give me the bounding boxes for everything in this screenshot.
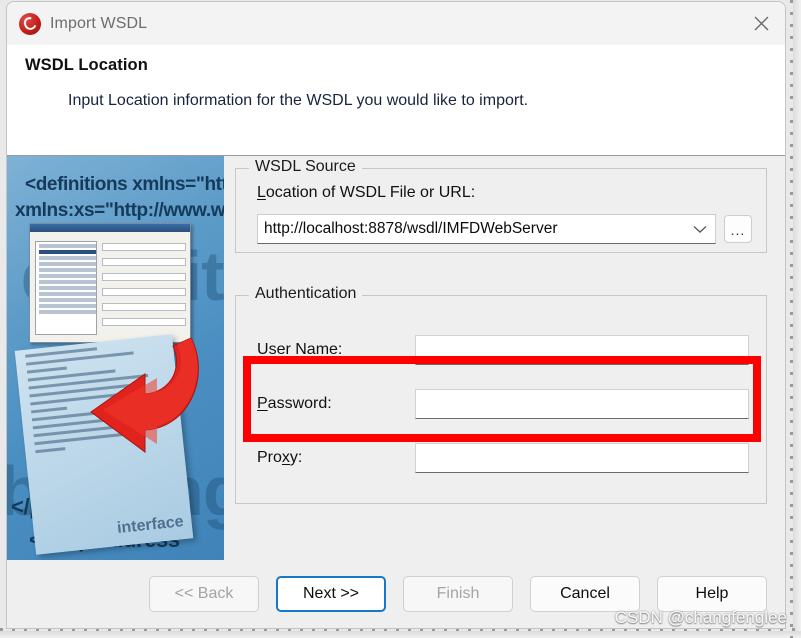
mini-window-fields (102, 243, 186, 333)
app-logo-icon (19, 12, 41, 35)
proxy-label-pre: Pro (257, 449, 282, 466)
mini-tree-row (39, 292, 96, 296)
wizard-banner-image: definiti binding=" <definitions xmlns="h… (7, 156, 224, 560)
wsdl-location-mnemonic: L (257, 184, 266, 201)
back-button[interactable]: << Back (149, 576, 259, 612)
wsdl-source-groupbox: WSDL Source Location of WSDL File or URL… (235, 158, 767, 253)
mini-tree-row (39, 256, 96, 260)
authentication-legend: Authentication (249, 285, 363, 303)
red-arrow-icon (90, 337, 199, 453)
mini-tree-row (39, 298, 96, 302)
finish-button[interactable]: Finish (403, 576, 513, 612)
page-title: WSDL Location (25, 56, 148, 74)
mini-tree-row (39, 280, 96, 284)
dialog-body: definiti binding=" <definitions xmlns="h… (7, 156, 785, 628)
password-label: Password: (257, 395, 415, 413)
page-subtitle: Input Location information for the WSDL … (68, 92, 529, 109)
wsdl-location-combobox[interactable]: http://localhost:8878/wsdl/IMFDWebServer (257, 214, 716, 244)
mini-tree-row (39, 304, 96, 308)
csdn-watermark: CSDN @changfenglee (614, 608, 787, 627)
wsdl-location-input[interactable]: http://localhost:8878/wsdl/IMFDWebServer (264, 220, 689, 238)
proxy-input[interactable] (415, 443, 749, 473)
user-name-row: User Name: (257, 335, 749, 365)
screen-edge-right (793, 0, 801, 638)
user-name-label-rest: ser Name: (268, 341, 343, 358)
banner-paper-word: interface (116, 513, 185, 538)
mini-field (102, 303, 186, 311)
title-bar: Import WSDL (7, 2, 785, 45)
dialog-header: WSDL Location Input Location information… (7, 45, 785, 156)
mini-tree-row (39, 286, 96, 290)
help-button[interactable]: Help (657, 576, 767, 612)
code-line (35, 447, 66, 454)
screen-edge-bottom (0, 631, 801, 638)
mini-field (102, 273, 186, 281)
wsdl-location-row: http://localhost:8878/wsdl/IMFDWebServer… (257, 214, 752, 244)
close-icon (754, 16, 769, 31)
mini-tree-row (39, 274, 96, 278)
chevron-down-icon[interactable] (689, 225, 711, 234)
wsdl-location-label: Location of WSDL File or URL: (257, 184, 475, 202)
form-content: WSDL Source Location of WSDL File or URL… (235, 158, 767, 504)
code-line (26, 366, 67, 374)
mini-window-titlebar (30, 224, 190, 232)
proxy-row: Proxy: (257, 443, 749, 473)
banner-xml-line-2: xmlns:xs="http://www.w (15, 200, 224, 221)
password-input[interactable] (415, 389, 749, 419)
window-title: Import WSDL (50, 14, 148, 32)
wsdl-location-label-rest: ocation of WSDL File or URL: (265, 184, 476, 201)
mini-field (102, 258, 186, 266)
banner-xml-line-1: <definitions xmlns="htt (25, 174, 224, 195)
authentication-groupbox: Authentication User Name: Password: Prox… (235, 285, 767, 504)
mini-field (102, 288, 186, 296)
user-name-label: User Name: (257, 341, 415, 359)
mini-tree-row (39, 244, 96, 248)
mini-tree-row (39, 310, 96, 314)
browse-button[interactable]: ... (724, 215, 752, 243)
proxy-label: Proxy: (257, 449, 415, 467)
import-wsdl-dialog: Import WSDL WSDL Location Input Location… (6, 1, 786, 629)
user-name-input[interactable] (415, 335, 749, 365)
user-name-mnemonic: U (257, 341, 269, 358)
dotted-guide-right (790, 0, 793, 638)
proxy-mnemonic: x (281, 449, 290, 466)
mini-window-tree (35, 241, 97, 335)
next-button[interactable]: Next >> (276, 576, 386, 612)
mini-tree-row (39, 268, 96, 272)
mini-field (102, 243, 186, 251)
close-button[interactable] (738, 2, 785, 45)
password-mnemonic: P (257, 395, 268, 412)
wsdl-source-legend: WSDL Source (249, 158, 362, 176)
password-row: Password: (257, 389, 749, 419)
password-label-rest: assword: (267, 395, 332, 412)
proxy-label-rest: y: (289, 449, 303, 466)
mini-tree-row (39, 262, 96, 266)
cancel-button[interactable]: Cancel (530, 576, 640, 612)
code-line (31, 406, 68, 414)
mini-tree-row (39, 250, 96, 254)
